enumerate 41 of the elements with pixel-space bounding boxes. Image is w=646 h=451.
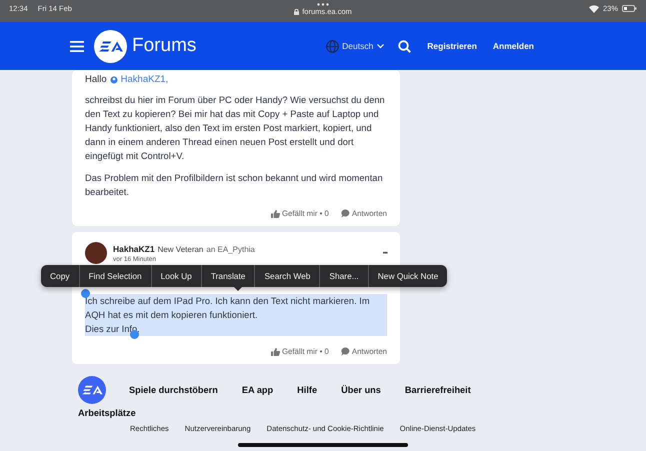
user-mention-icon [110, 76, 118, 84]
post-text: schreibst du hier im Forum über PC oder Handy? Wie versuchst du denn den Text zu kopieren? Bei mir hat das mit Copy + Paste auf Laptop und Handy funktioniert, also den Text im ersten Post markiert, kopiert, und dann in einem anderen Thread einen neuen Post erstellt und dort eingefügt mit Control+V. [85, 94, 386, 163]
wifi-icon [588, 4, 599, 12]
chevron-down-icon[interactable] [377, 44, 384, 48]
footer-link[interactable]: Spiele durchstöbern [129, 385, 218, 395]
lock-icon [294, 8, 300, 14]
menu-item[interactable]: Translate [200, 265, 254, 287]
menu-item[interactable]: Share... [319, 265, 368, 287]
post-text: Das Problem mit den Profilbildern ist schon bekannt und wird momentan bearbeitet. [85, 172, 384, 199]
greeting-text: Hallo [85, 74, 107, 85]
footer-link[interactable]: Arbeitsplätze [78, 408, 136, 418]
search-icon[interactable] [398, 40, 412, 52]
battery-icon [622, 5, 637, 12]
menu-icon[interactable] [70, 40, 84, 52]
speech-bubble-icon[interactable] [340, 347, 350, 356]
selection-handle[interactable] [81, 289, 90, 298]
header-link[interactable]: Anmelden [492, 41, 534, 51]
more-dots-icon[interactable] [317, 3, 329, 6]
avatar[interactable] [85, 242, 107, 264]
language-selector[interactable]: Deutsch [342, 41, 374, 51]
selection-handle[interactable] [130, 330, 139, 339]
menu-item[interactable]: Find Selection [78, 265, 151, 287]
footer-link[interactable]: EA app [242, 385, 274, 395]
menu-item[interactable]: New Quick Note [368, 265, 448, 287]
thumbs-up-icon[interactable] [270, 348, 280, 356]
menu-item[interactable]: Search Web [254, 265, 320, 287]
author-name[interactable]: HakhaKZ1 [113, 244, 155, 254]
thumbs-up-icon[interactable] [270, 210, 280, 218]
header-link[interactable]: Registrieren [427, 41, 477, 51]
menu-item[interactable]: Look Up [150, 265, 201, 287]
ea-logo[interactable] [78, 376, 106, 404]
site-title[interactable]: Forums [132, 35, 196, 57]
ea-logo[interactable] [94, 30, 127, 62]
footer-link[interactable]: Hilfe [297, 385, 318, 395]
menu-item[interactable]: Copy [41, 265, 79, 287]
recipient-text: an EA_Pythia [206, 244, 255, 254]
user-rank: New Veteran [158, 244, 204, 254]
footer-link[interactable]: Über uns [341, 385, 381, 395]
user-mention-link[interactable]: HakhaKZ1, [120, 74, 168, 85]
speech-bubble-icon[interactable] [340, 209, 350, 218]
footer-link[interactable]: Barrierefreiheit [404, 385, 471, 395]
